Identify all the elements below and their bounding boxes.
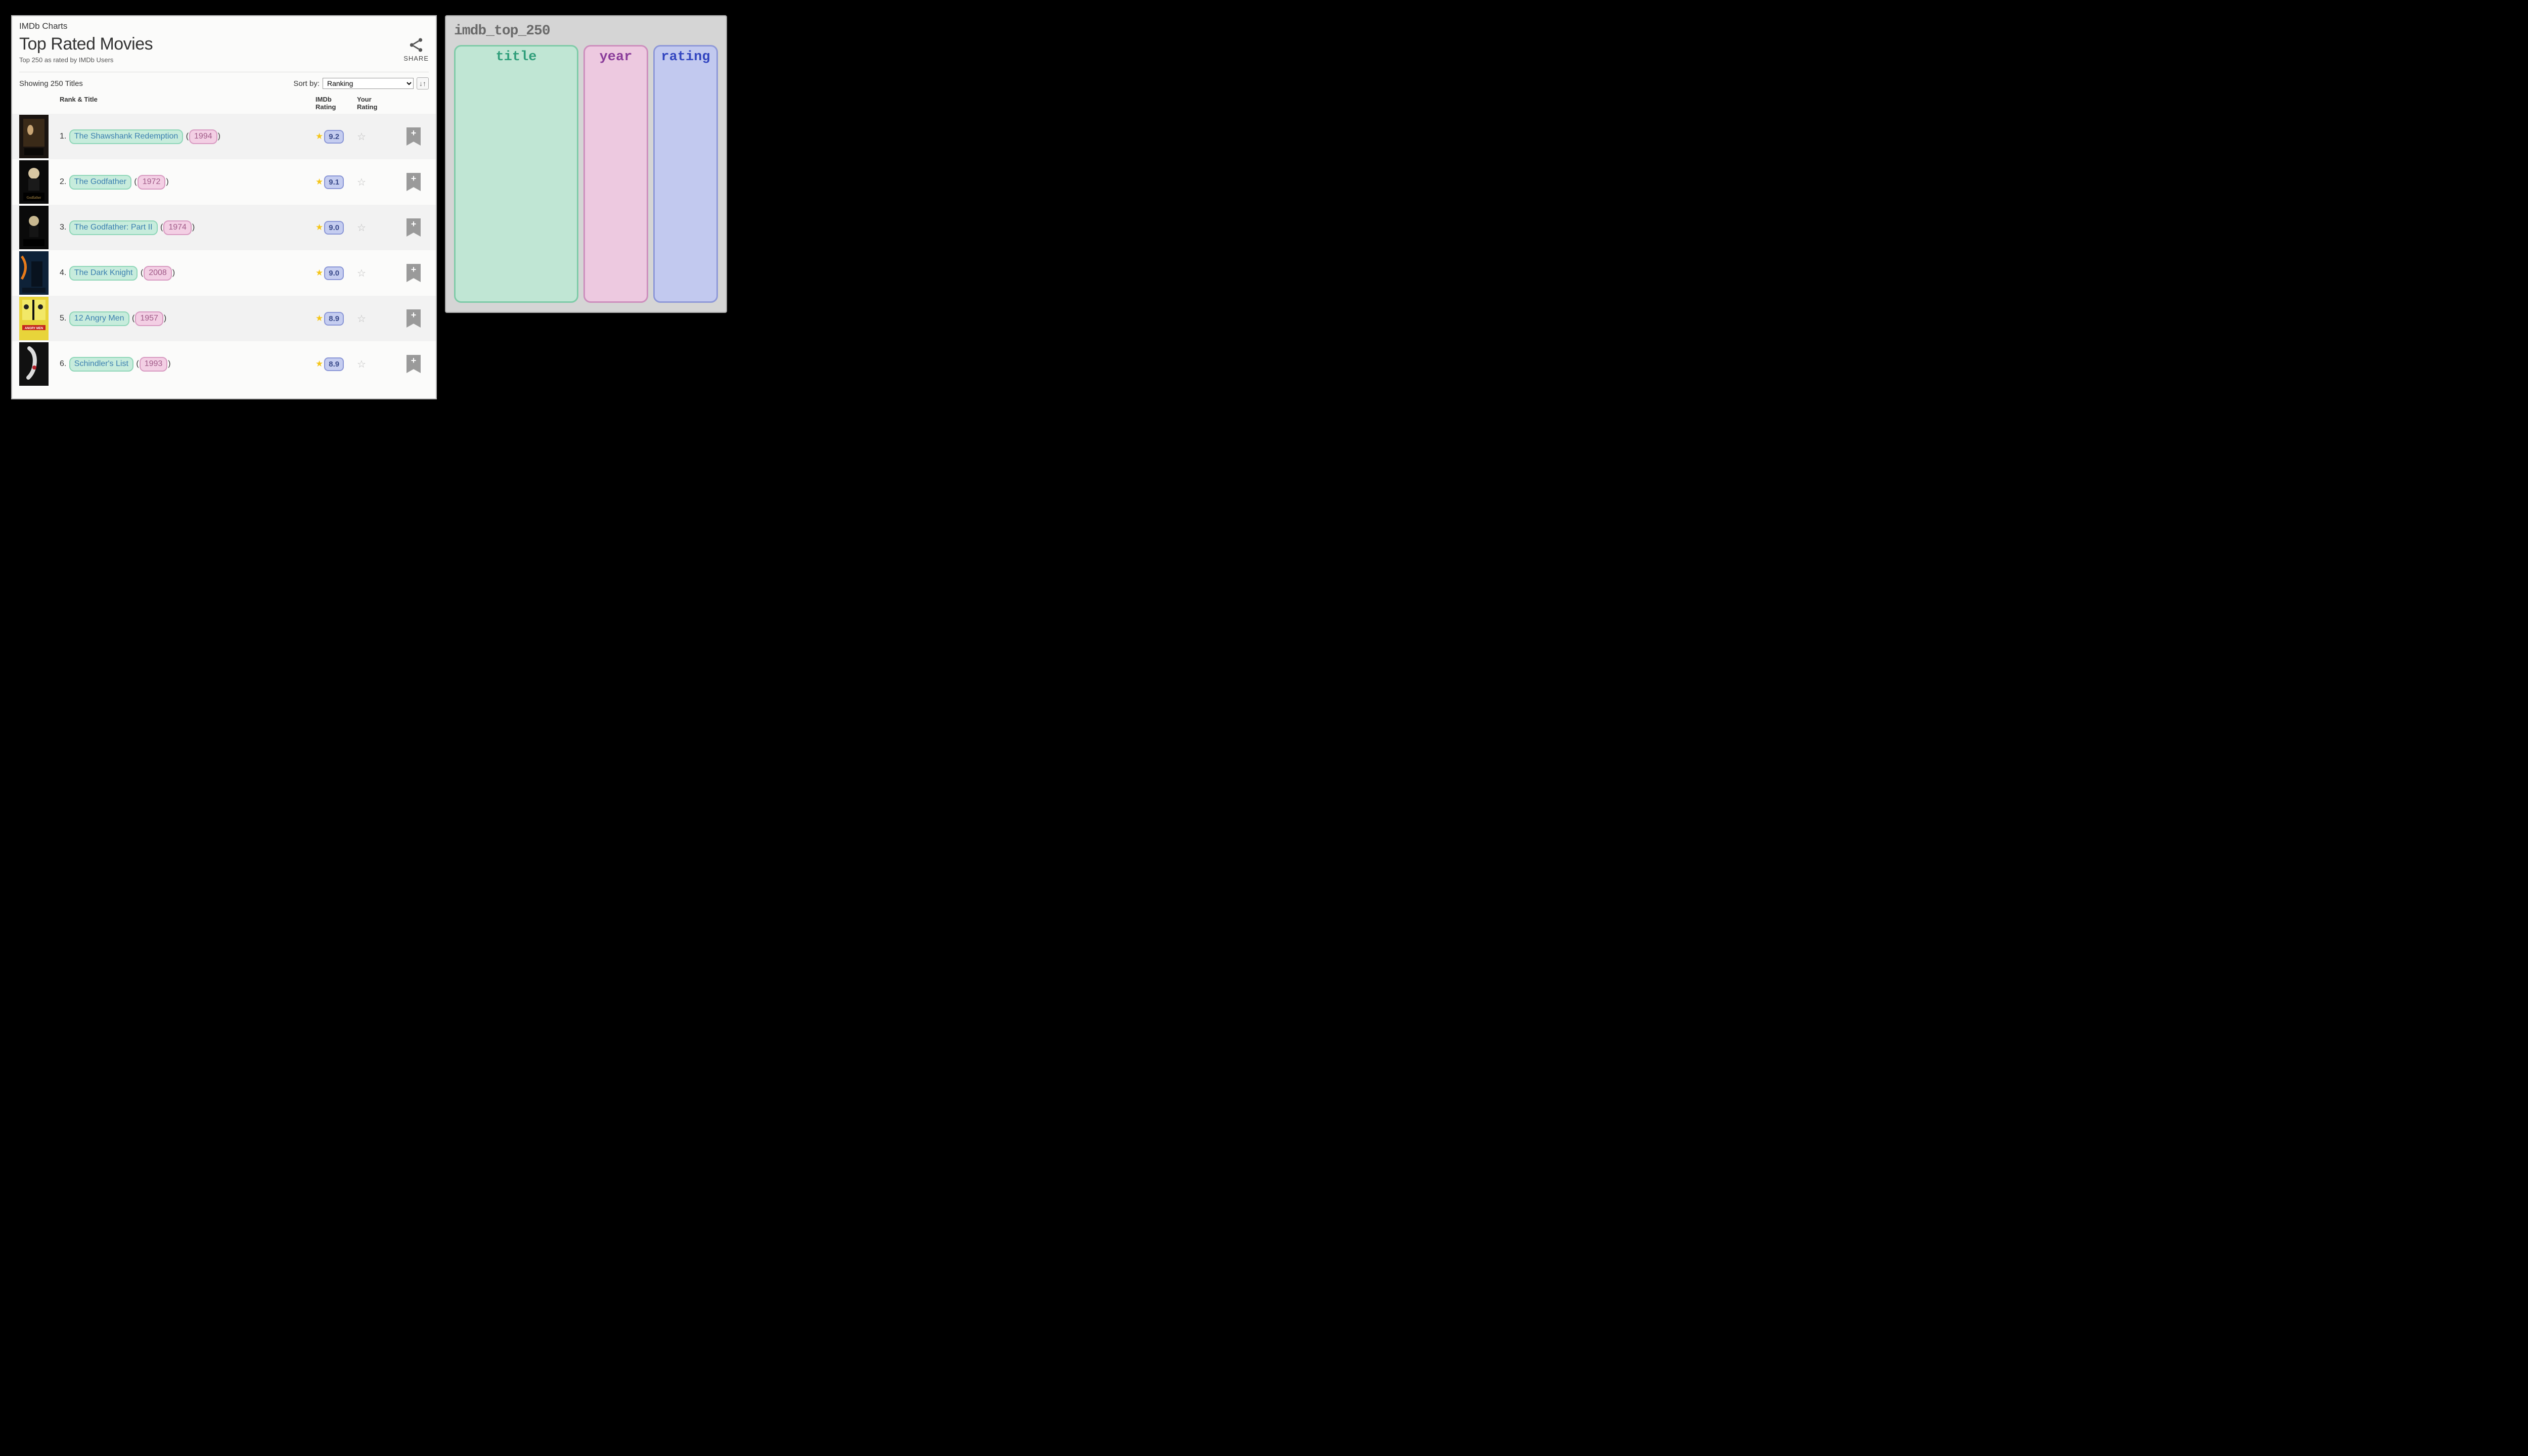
- column-headers: Rank & Title IMDbRating YourRating: [19, 96, 429, 111]
- imdb-rating-value: 8.9: [324, 357, 344, 371]
- sort-direction-toggle[interactable]: ↓↑: [417, 77, 429, 89]
- movie-title-link[interactable]: The Shawshank Redemption: [69, 129, 183, 144]
- table-row: ANGRY MEN 5. 12 Angry Men (1957) ★ 8.9 ☆…: [12, 296, 436, 341]
- table-row: Godfather 2. The Godfather (1972) ★ 9.1 …: [12, 159, 436, 205]
- plus-icon: +: [411, 219, 417, 230]
- rank-number: 5.: [60, 314, 66, 323]
- sort-select[interactable]: Ranking: [323, 78, 414, 89]
- add-watchlist-button[interactable]: +: [407, 355, 421, 373]
- movie-poster[interactable]: [19, 342, 49, 386]
- header-your-rating: YourRating: [357, 96, 398, 111]
- rank-and-title: 4. The Dark Knight (2008): [49, 266, 315, 281]
- movie-poster[interactable]: [19, 251, 49, 295]
- svg-text:ANGRY MEN: ANGRY MEN: [25, 327, 43, 330]
- imdb-rating-value: 9.2: [324, 130, 344, 144]
- add-watchlist-button[interactable]: +: [407, 127, 421, 146]
- plus-icon: +: [411, 310, 417, 321]
- rate-star-button[interactable]: ☆: [357, 221, 366, 234]
- add-watchlist-button[interactable]: +: [407, 173, 421, 191]
- movie-year: 1974: [163, 220, 192, 235]
- rank-number: 4.: [60, 268, 66, 277]
- header-rank-title: Rank & Title: [60, 96, 315, 111]
- share-icon: [403, 36, 429, 54]
- table-row: 1. The Shawshank Redemption (1994) ★ 9.2…: [12, 114, 436, 159]
- page-subtitle: Top 250 as rated by IMDb Users: [19, 56, 153, 64]
- movie-poster[interactable]: [19, 206, 49, 249]
- imdb-rating-value: 8.9: [324, 312, 344, 326]
- movie-year: 2008: [144, 266, 172, 281]
- plus-icon: +: [411, 264, 417, 275]
- star-filled-icon: ★: [315, 222, 323, 233]
- add-watchlist-button[interactable]: +: [407, 264, 421, 282]
- imdb-rating-value: 9.0: [324, 221, 344, 235]
- rank-number: 3.: [60, 223, 66, 232]
- movie-title-link[interactable]: The Godfather: Part II: [69, 220, 158, 235]
- plus-icon: +: [411, 173, 417, 184]
- rate-star-button[interactable]: ☆: [357, 130, 366, 143]
- rate-star-button[interactable]: ☆: [357, 312, 366, 325]
- imdb-rating-value: 9.0: [324, 266, 344, 280]
- rate-star-button[interactable]: ☆: [357, 358, 366, 371]
- plus-icon: +: [411, 355, 417, 366]
- df-column-title: title: [454, 45, 578, 303]
- movie-year: 1972: [138, 175, 166, 190]
- movie-title-link[interactable]: 12 Angry Men: [69, 311, 129, 326]
- rank-and-title: 1. The Shawshank Redemption (1994): [49, 129, 315, 144]
- svg-text:Godfather: Godfather: [27, 196, 41, 200]
- rank-number: 1.: [60, 132, 66, 141]
- showing-count: Showing 250 Titles: [19, 79, 83, 88]
- star-filled-icon: ★: [315, 131, 323, 142]
- df-column-year: year: [583, 45, 648, 303]
- sort-label: Sort by:: [293, 79, 320, 88]
- movie-poster[interactable]: [19, 115, 49, 158]
- movie-poster[interactable]: Godfather: [19, 160, 49, 204]
- add-watchlist-button[interactable]: +: [407, 309, 421, 328]
- star-filled-icon: ★: [315, 359, 323, 369]
- sort-arrows-icon: ↓↑: [419, 79, 426, 87]
- movie-title-link[interactable]: Schindler's List: [69, 357, 133, 372]
- imdb-chart-panel: IMDb Charts Top Rated Movies Top 250 as …: [11, 15, 437, 399]
- dataframe-panel: imdb_top_250 title year rating: [445, 15, 727, 313]
- header-imdb-rating: IMDbRating: [315, 96, 357, 111]
- rank-and-title: 3. The Godfather: Part II (1974): [49, 220, 315, 235]
- movie-year: 1993: [140, 357, 168, 372]
- rank-and-title: 2. The Godfather (1972): [49, 175, 315, 190]
- movie-title-link[interactable]: The Godfather: [69, 175, 131, 190]
- add-watchlist-button[interactable]: +: [407, 218, 421, 237]
- star-filled-icon: ★: [315, 268, 323, 278]
- df-column-rating: rating: [653, 45, 718, 303]
- charts-breadcrumb: IMDb Charts: [19, 21, 429, 31]
- rate-star-button[interactable]: ☆: [357, 267, 366, 280]
- table-row: 6. Schindler's List (1993) ★ 8.9 ☆ +: [12, 341, 436, 387]
- dataframe-name: imdb_top_250: [454, 23, 718, 39]
- movie-year: 1994: [189, 129, 217, 144]
- rank-and-title: 6. Schindler's List (1993): [49, 357, 315, 372]
- rank-number: 6.: [60, 359, 66, 368]
- movie-list: 1. The Shawshank Redemption (1994) ★ 9.2…: [19, 114, 429, 387]
- table-row: 3. The Godfather: Part II (1974) ★ 9.0 ☆…: [12, 205, 436, 250]
- share-button[interactable]: SHARE: [403, 34, 429, 62]
- star-filled-icon: ★: [315, 313, 323, 324]
- movie-year: 1957: [135, 311, 163, 326]
- movie-poster[interactable]: ANGRY MEN: [19, 297, 49, 340]
- movie-title-link[interactable]: The Dark Knight: [69, 266, 138, 281]
- share-label: SHARE: [403, 55, 429, 62]
- table-row: 4. The Dark Knight (2008) ★ 9.0 ☆ +: [12, 250, 436, 296]
- star-filled-icon: ★: [315, 177, 323, 187]
- page-title: Top Rated Movies: [19, 34, 153, 54]
- plus-icon: +: [411, 128, 417, 139]
- imdb-rating-value: 9.1: [324, 175, 344, 189]
- rate-star-button[interactable]: ☆: [357, 176, 366, 189]
- rank-number: 2.: [60, 177, 66, 186]
- rank-and-title: 5. 12 Angry Men (1957): [49, 311, 315, 326]
